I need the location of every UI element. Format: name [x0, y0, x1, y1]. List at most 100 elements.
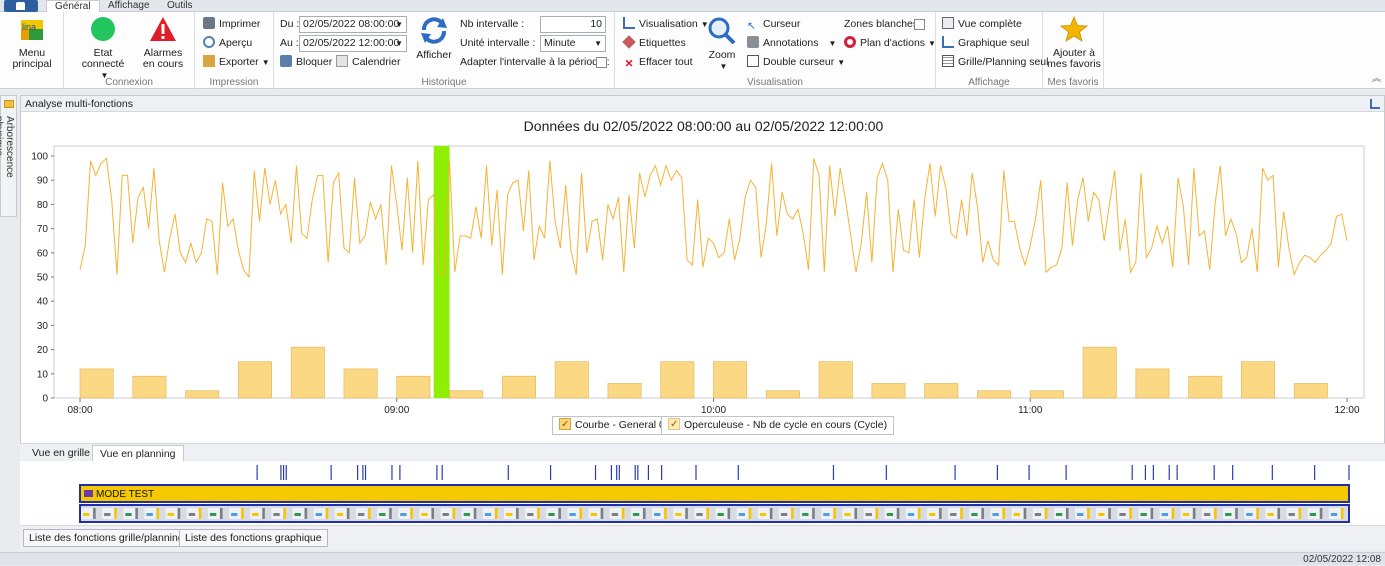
- curseur-button[interactable]: ↖ Curseur: [747, 17, 800, 32]
- imprimer-button[interactable]: Imprimer: [203, 17, 260, 32]
- activity-cell-flag: [664, 508, 667, 519]
- activity-cell-flag: [346, 508, 350, 519]
- activity-cell-flag: [1108, 508, 1111, 519]
- graphique-seul-button[interactable]: Graphique seul: [942, 36, 1029, 51]
- activity-cell-mark: [273, 513, 280, 516]
- plan-actions-button[interactable]: Plan d'actions ▼: [844, 36, 936, 51]
- activity-cell-mark: [379, 513, 386, 516]
- chevron-down-icon: ▼: [395, 20, 403, 29]
- legend-item-courbe[interactable]: Courbe - General 02: [552, 416, 678, 435]
- tab-vue-grille[interactable]: Vue en grille: [25, 445, 97, 462]
- activity-cell-mark: [1077, 513, 1084, 516]
- panel-title: Analyse multi-fonctions: [25, 98, 133, 110]
- calendrier-button[interactable]: Calendrier: [336, 55, 400, 70]
- folder-icon: [4, 100, 14, 108]
- activity-cell-flag: [600, 508, 604, 519]
- home-button[interactable]: [4, 0, 38, 12]
- activity-cell-mark: [1161, 513, 1168, 516]
- zones-blanches-checkbox[interactable]: [914, 19, 925, 30]
- double-curseur-label: Double curseur: [763, 56, 835, 68]
- unite-intervalle-select[interactable]: Minute ▼: [540, 35, 606, 52]
- bar: [290, 346, 325, 399]
- activity-cell-flag: [727, 508, 731, 519]
- nb-intervalle-field[interactable]: 10: [540, 16, 606, 33]
- activity-cell-flag: [1340, 508, 1344, 519]
- activity-cell-flag: [1256, 508, 1259, 519]
- activity-cell-flag: [452, 508, 456, 519]
- date-du-field[interactable]: 02/05/2022 08:00:00 ▼: [299, 16, 407, 33]
- activity-cell-flag: [93, 508, 96, 519]
- vue-complete-button[interactable]: Vue complète: [942, 17, 1022, 32]
- chart-icon: [623, 17, 635, 29]
- activity-cell-mark: [1288, 513, 1295, 516]
- activity-cell-flag: [1319, 508, 1323, 519]
- alarmes-button[interactable]: Alarmes en cours: [136, 16, 190, 70]
- etat-connecte-button[interactable]: Etat connecté ▼: [72, 16, 134, 81]
- double-cursor-icon: [747, 55, 759, 67]
- tab-affichage[interactable]: Affichage: [100, 0, 158, 12]
- activity-cell-mark: [548, 513, 555, 516]
- activity-cell-flag: [812, 508, 815, 519]
- exporter-button[interactable]: Exporter ▼: [203, 55, 270, 70]
- tab-outils[interactable]: Outils: [159, 0, 201, 12]
- arborescence-panel-tab[interactable]: Arborescence physique: [0, 95, 17, 217]
- alarm-warning-icon: [150, 17, 176, 41]
- unite-intervalle-value: Minute: [544, 37, 576, 49]
- bar: [396, 375, 431, 399]
- activity-cell-mark: [802, 513, 809, 516]
- legend-item-operculeuse[interactable]: Operculeuse - Nb de cycle en cours (Cycl…: [661, 416, 895, 435]
- tab-vue-planning[interactable]: Vue en planning: [92, 445, 184, 462]
- activity-cell-flag: [833, 508, 836, 519]
- effacer-tout-button[interactable]: ✕ Effacer tout: [623, 55, 693, 70]
- double-curseur-button[interactable]: Double curseur ▼: [747, 55, 845, 70]
- activity-cell-flag: [748, 508, 752, 519]
- date-au-field[interactable]: 02/05/2022 12:00:00 ▼: [299, 35, 407, 52]
- bar: [79, 368, 114, 399]
- svg-text:lina: lina: [22, 22, 36, 32]
- bar: [871, 383, 906, 399]
- grille-planning-seul-label: Grille/Planning seul: [958, 56, 1049, 68]
- apercu-button[interactable]: Aperçu: [203, 36, 252, 51]
- etiquettes-button[interactable]: Etiquettes: [622, 35, 686, 51]
- activity-cell-flag: [410, 508, 413, 519]
- exporter-label: Exporter: [219, 56, 259, 68]
- activity-strip[interactable]: [79, 504, 1350, 523]
- activity-cell-flag: [368, 508, 371, 519]
- mode-test-bar[interactable]: [79, 484, 1350, 503]
- liste-fonctions-grille-button[interactable]: Liste des fonctions grille/planning: [23, 529, 190, 547]
- full-view-icon: [942, 17, 954, 29]
- menu-principal-button[interactable]: lina Menu principal: [2, 16, 62, 70]
- bar: [1082, 346, 1117, 399]
- export-icon: [203, 55, 215, 67]
- bar: [501, 375, 536, 399]
- chart-options-icon[interactable]: [1370, 99, 1380, 109]
- visualisation-button[interactable]: Visualisation ▼: [623, 17, 709, 32]
- bloquer-button[interactable]: Bloquer: [280, 55, 332, 70]
- chevron-down-icon: ▼: [594, 39, 602, 48]
- adapter-intervalle-checkbox[interactable]: [596, 57, 607, 68]
- ribbon-collapse-icon[interactable]: ︽: [1372, 71, 1381, 84]
- chevron-down-icon: ▼: [719, 62, 728, 71]
- grid-icon: [942, 55, 954, 67]
- ajouter-favoris-button[interactable]: Ajouter à mes favoris: [1046, 15, 1102, 70]
- activity-cell-mark: [823, 513, 830, 516]
- cursor-highlight: [433, 146, 450, 398]
- bar: [238, 361, 272, 399]
- chart[interactable]: 0 10 20 30 40 50 60 70 80 90 100 08:00 09:00 10:00 11:…: [20, 143, 1365, 418]
- planning-view[interactable]: MODE TEST: [20, 461, 1385, 525]
- bar: [977, 390, 1012, 399]
- annotations-button[interactable]: Annotations ▼: [747, 36, 836, 51]
- y-tick-label: 0: [42, 394, 48, 405]
- afficher-button[interactable]: Afficher: [412, 16, 456, 61]
- grille-planning-seul-button[interactable]: Grille/Planning seul: [942, 55, 1048, 70]
- x-tick-label: 12:00: [1334, 405, 1359, 416]
- calendrier-label: Calendrier: [352, 56, 401, 68]
- au-label: Au :: [280, 37, 299, 49]
- zoom-label: Zoom: [708, 49, 736, 61]
- vue-complete-label: Vue complète: [958, 18, 1022, 30]
- zoom-button[interactable]: Zoom ▼: [705, 16, 739, 72]
- x-tick-label: 11:00: [1018, 405, 1043, 416]
- liste-fonctions-graphique-button[interactable]: Liste des fonctions graphique: [179, 529, 328, 547]
- annotations-label: Annotations: [763, 37, 819, 49]
- activity-cell-mark: [146, 513, 153, 516]
